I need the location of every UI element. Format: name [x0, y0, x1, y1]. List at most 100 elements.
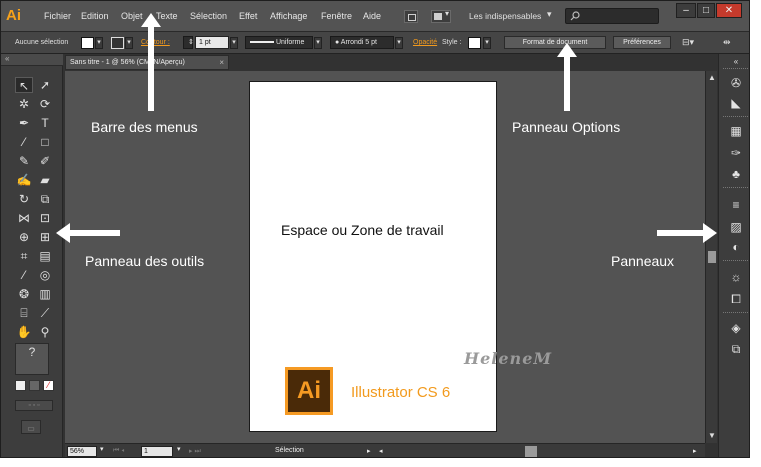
profile-dropdown[interactable]: ▾ [314, 37, 322, 49]
align-icon[interactable]: ⊟▾ [682, 37, 694, 48]
scroll-up-icon[interactable]: ▲ [708, 73, 716, 82]
symbols-panel-icon[interactable]: ♣ [728, 167, 744, 181]
status-menu-icon[interactable]: ▸ [367, 447, 371, 455]
gradient-tool-icon[interactable]: ▤ [36, 248, 54, 264]
scroll-left-icon[interactable]: ◂ [379, 447, 383, 455]
menu-selection[interactable]: Sélection [190, 11, 227, 21]
swatches-panel-icon[interactable]: ▦ [728, 124, 744, 138]
zoom-tool-icon[interactable]: ⚲ [36, 324, 54, 340]
scroll-down-icon[interactable]: ▼ [708, 431, 716, 440]
column-graph-tool-icon[interactable]: ▥ [36, 286, 54, 302]
lasso-tool-icon[interactable]: ⟳ [36, 96, 54, 112]
color-mode-button[interactable] [15, 380, 26, 391]
stroke-stepper[interactable]: ⇕ [183, 36, 194, 49]
artboards-panel-icon[interactable]: ⧉ [728, 342, 744, 356]
width-tool-icon[interactable]: ⋈ [15, 210, 33, 226]
zoom-field[interactable]: 56% [67, 446, 97, 457]
brush-dropdown[interactable]: ▾ [395, 37, 403, 49]
line-tool-icon[interactable]: ⁄ [15, 134, 33, 150]
fill-swatch[interactable] [81, 37, 94, 49]
fill-dropdown[interactable]: ▾ [95, 37, 103, 49]
status-text[interactable]: Sélection [275, 447, 304, 454]
brushes-panel-icon[interactable]: ✑ [728, 146, 744, 160]
fill-stroke-swatches[interactable]: ? [15, 343, 49, 375]
draw-mode-buttons[interactable]: ▫ ▫ ▫ [15, 400, 53, 411]
gradient-mode-button[interactable] [29, 380, 40, 391]
menu-fenetre[interactable]: Fenêtre [321, 11, 352, 21]
menu-aide[interactable]: Aide [363, 11, 381, 21]
shape-builder-tool-icon[interactable]: ⊕ [15, 229, 33, 245]
first-page-icon[interactable]: ⏮ ◂ [113, 447, 124, 455]
scroll-thumb[interactable] [708, 251, 716, 263]
maximize-button[interactable]: □ [697, 3, 715, 18]
bridge-button[interactable] [404, 10, 418, 23]
document-setup-button[interactable]: Format de document [504, 36, 606, 49]
appearance-panel-icon[interactable]: ☼ [728, 270, 744, 284]
last-page-icon[interactable]: ▸ ⏭ [189, 447, 201, 456]
menu-fichier[interactable]: Fichier [44, 11, 71, 21]
pen-tool-icon[interactable]: ✒ [15, 115, 33, 131]
symbol-sprayer-tool-icon[interactable]: ❂ [15, 286, 33, 302]
style-swatch[interactable] [468, 37, 481, 49]
graphic-styles-panel-icon[interactable]: ⧠ [728, 292, 744, 306]
free-transform-tool-icon[interactable]: ⊡ [36, 210, 54, 226]
scroll-right-icon[interactable]: ▸ [693, 447, 697, 455]
mesh-tool-icon[interactable]: ⌗ [15, 248, 33, 264]
stroke-swatch[interactable] [111, 37, 124, 49]
artboard-tool-icon[interactable]: ⌸ [15, 305, 33, 321]
workspace-switcher[interactable]: Les indispensables [469, 11, 541, 21]
menu-objet[interactable]: Objet [121, 11, 143, 21]
panels-dock: « ✇ ◣ ▦ ✑ ♣ ≡ ▨ ◐ ☼ ⧠ ◈ ⧉ [718, 54, 749, 457]
search-input[interactable] [565, 8, 659, 24]
page-dropdown-icon[interactable]: ▾ [177, 445, 181, 453]
eyedropper-tool-icon[interactable]: ⁄ [15, 267, 33, 283]
gradient-panel-icon[interactable]: ▨ [728, 220, 744, 234]
color-guide-panel-icon[interactable]: ◣ [728, 96, 744, 110]
vertical-scrollbar[interactable]: ▲ ▼ [705, 71, 717, 443]
slice-tool-icon[interactable]: ⟋ [36, 305, 54, 321]
page-field[interactable]: 1 [141, 446, 173, 457]
collapse-icon[interactable]: « [1, 54, 63, 66]
perspective-grid-tool-icon[interactable]: ⊞ [36, 229, 54, 245]
type-tool-icon[interactable]: T [36, 115, 54, 131]
magic-wand-tool-icon[interactable]: ✲ [15, 96, 33, 112]
menu-affichage[interactable]: Affichage [270, 11, 307, 21]
style-dropdown[interactable]: ▾ [483, 37, 491, 49]
minimize-button[interactable]: – [676, 3, 696, 18]
blend-tool-icon[interactable]: ◎ [36, 267, 54, 283]
opacity-label[interactable]: Opacité [413, 39, 437, 46]
blob-brush-tool-icon[interactable]: ✍ [15, 172, 33, 188]
menu-edition[interactable]: Edition [81, 11, 109, 21]
panel-menu-icon[interactable]: ⇹ [723, 37, 731, 48]
dock-separator [723, 68, 748, 70]
stroke-weight-dropdown[interactable]: ▾ [230, 37, 238, 49]
transparency-panel-icon[interactable]: ◐ [728, 240, 744, 254]
scale-tool-icon[interactable]: ⧉ [36, 191, 54, 207]
color-panel-icon[interactable]: ✇ [728, 76, 744, 90]
close-button[interactable]: ✕ [716, 3, 742, 18]
selection-tool-icon[interactable]: ↖ [15, 77, 33, 93]
none-mode-button[interactable]: ⁄ [43, 380, 54, 391]
close-icon[interactable]: × [219, 56, 224, 69]
stroke-panel-icon[interactable]: ≡ [728, 198, 744, 212]
zoom-dropdown-icon[interactable]: ▾ [100, 445, 104, 453]
stroke-weight-field[interactable]: 1 pt [195, 36, 229, 49]
eraser-tool-icon[interactable]: ▰ [36, 172, 54, 188]
expand-panels-icon[interactable]: « [728, 55, 744, 69]
rectangle-tool-icon[interactable]: □ [36, 134, 54, 150]
rotate-tool-icon[interactable]: ↻ [15, 191, 33, 207]
layers-panel-icon[interactable]: ◈ [728, 321, 744, 335]
chevron-down-icon[interactable]: ▾ [547, 9, 552, 20]
variable-width-profile[interactable]: Uniforme [245, 36, 313, 49]
direct-selection-tool-icon[interactable]: ➚ [36, 77, 54, 93]
pencil-tool-icon[interactable]: ✐ [36, 153, 54, 169]
stroke-dropdown[interactable]: ▾ [125, 37, 133, 49]
hand-tool-icon[interactable]: ✋ [15, 324, 33, 340]
brush-definition[interactable]: ● Arrondi 5 pt [330, 36, 394, 49]
menu-effet[interactable]: Effet [239, 11, 257, 21]
paintbrush-tool-icon[interactable]: ✎ [15, 153, 33, 169]
arrange-documents-button[interactable] [431, 9, 451, 23]
preferences-button[interactable]: Préférences [613, 36, 671, 49]
horizontal-scroll-thumb[interactable] [525, 446, 537, 457]
screen-mode-button[interactable]: ▭ [21, 420, 41, 434]
